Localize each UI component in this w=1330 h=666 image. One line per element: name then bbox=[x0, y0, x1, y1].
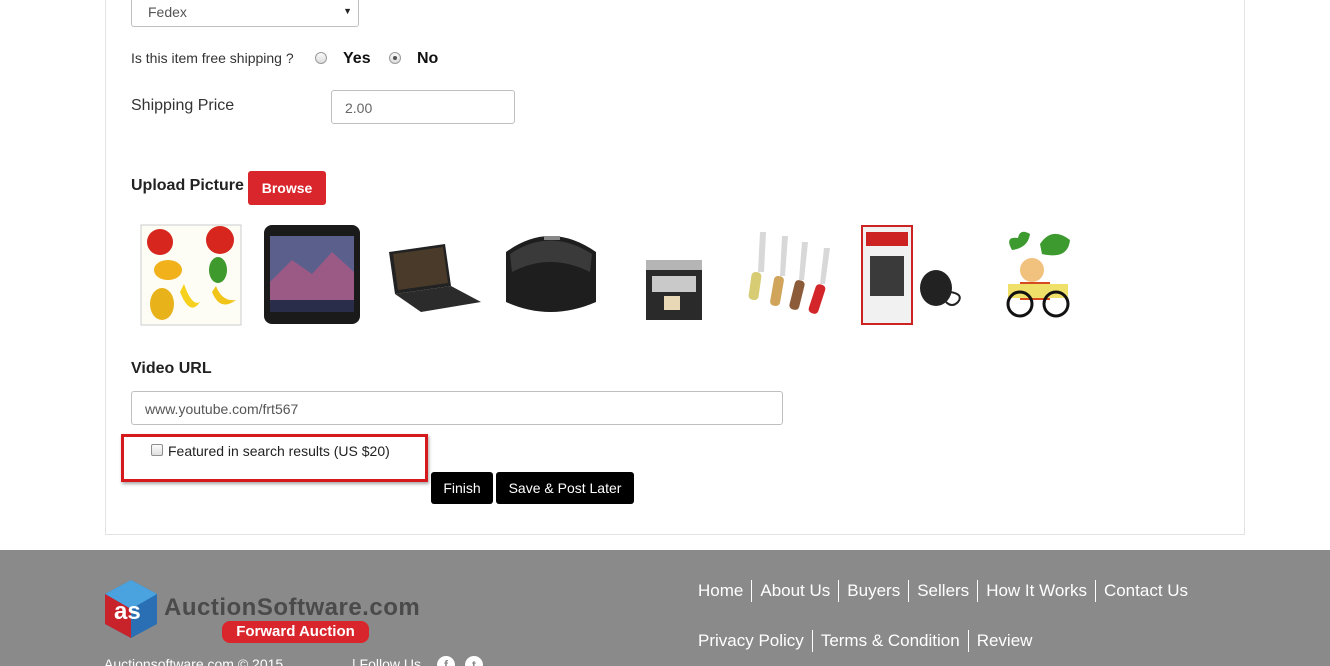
nav-divider bbox=[908, 580, 910, 602]
thumbnail-appliance-box[interactable] bbox=[860, 222, 964, 328]
finish-button[interactable]: Finish bbox=[431, 472, 493, 504]
footer-link-home[interactable]: Home bbox=[698, 581, 743, 601]
free-shipping-no-label: No bbox=[417, 50, 439, 67]
thumbnail-laptop[interactable] bbox=[381, 222, 485, 328]
shipping-carrier-select[interactable]: Fedex ▼ bbox=[131, 0, 359, 27]
save-post-later-button[interactable]: Save & Post Later bbox=[496, 472, 634, 504]
nav-divider bbox=[838, 580, 840, 602]
footer-link-privacy-policy[interactable]: Privacy Policy bbox=[698, 631, 804, 651]
copyright-text: Auctionsoftware.com © 2015 bbox=[104, 656, 284, 666]
thumbnail-smartphone[interactable] bbox=[262, 222, 366, 328]
thumbnail-kela-wallah-logo[interactable] bbox=[998, 222, 1102, 328]
free-shipping-label: Is this item free shipping ? bbox=[131, 50, 294, 66]
footer-link-buyers[interactable]: Buyers bbox=[847, 581, 900, 601]
footer-link-about-us[interactable]: About Us bbox=[760, 581, 830, 601]
upload-picture-label: Upload Picture bbox=[131, 177, 244, 194]
nav-divider bbox=[967, 630, 969, 652]
free-shipping-yes-label: Yes bbox=[343, 50, 371, 67]
follow-us-label: | Follow Us bbox=[352, 656, 421, 666]
footer-link-contact-us[interactable]: Contact Us bbox=[1104, 581, 1188, 601]
footer-link-sellers[interactable]: Sellers bbox=[917, 581, 969, 601]
browse-button[interactable]: Browse bbox=[248, 171, 326, 205]
nav-divider bbox=[751, 580, 753, 602]
auctionsoftware-logo-icon[interactable]: as bbox=[104, 579, 158, 639]
video-url-input[interactable]: www.youtube.com/frt567 bbox=[131, 391, 783, 425]
featured-checkbox[interactable] bbox=[151, 444, 163, 456]
shipping-price-label: Shipping Price bbox=[131, 97, 235, 114]
featured-label: Featured in search results (US $20) bbox=[168, 443, 390, 459]
brand-name: AuctionSoftware.com bbox=[164, 594, 421, 621]
nav-divider bbox=[977, 580, 979, 602]
svg-text:as: as bbox=[114, 598, 141, 625]
free-shipping-no-radio[interactable] bbox=[389, 52, 401, 64]
thumbnail-knife-set[interactable] bbox=[740, 222, 844, 328]
nav-divider bbox=[811, 630, 813, 652]
nav-divider bbox=[1094, 580, 1096, 602]
thumbnail-fruit-chart[interactable] bbox=[140, 222, 244, 328]
shipping-carrier-value: Fedex bbox=[148, 4, 187, 20]
shipping-price-input[interactable]: 2.00 bbox=[331, 90, 515, 124]
footer-link-how-it-works[interactable]: How It Works bbox=[986, 581, 1087, 601]
video-url-label: Video URL bbox=[131, 360, 212, 377]
footer-link-review[interactable]: Review bbox=[977, 631, 1033, 651]
footer-nav-primary: Home About Us Buyers Sellers How It Work… bbox=[698, 580, 1188, 602]
chevron-down-icon: ▼ bbox=[343, 6, 352, 16]
footer-nav-secondary: Privacy Policy Terms & Condition Review bbox=[698, 630, 1032, 652]
free-shipping-yes-radio[interactable] bbox=[315, 52, 327, 64]
brand-tagline: Forward Auction bbox=[222, 621, 369, 643]
thumbnail-espresso-machine[interactable] bbox=[620, 222, 724, 328]
footer-link-terms-condition[interactable]: Terms & Condition bbox=[821, 631, 960, 651]
thumbnail-sandwich-maker[interactable] bbox=[500, 222, 604, 328]
